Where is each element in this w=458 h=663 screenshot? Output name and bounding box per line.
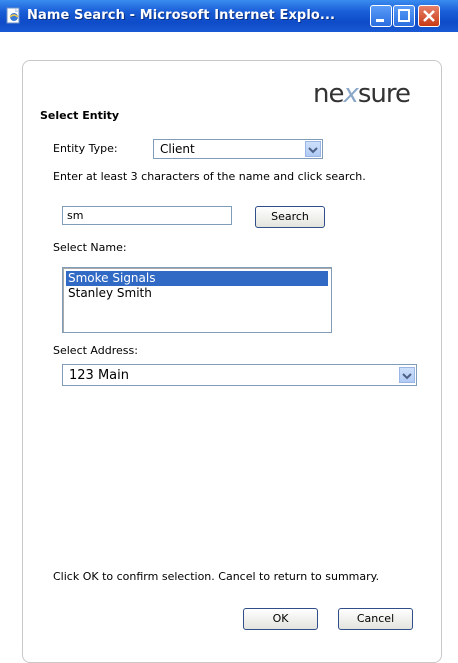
search-instruction: Enter at least 3 characters of the name …: [53, 170, 366, 183]
ie-page-icon: [5, 7, 23, 24]
address-select[interactable]: 123 Main: [62, 364, 417, 386]
cancel-button[interactable]: Cancel: [338, 608, 413, 630]
window-content: Select Entity nexsure Entity Type: Clien…: [0, 32, 458, 663]
maximize-button[interactable]: [393, 5, 415, 27]
minimize-icon: [376, 19, 384, 22]
confirm-instruction: Click OK to confirm selection. Cancel to…: [53, 570, 380, 583]
select-entity-panel: Select Entity nexsure Entity Type: Clien…: [22, 60, 442, 663]
ok-button[interactable]: OK: [243, 608, 318, 630]
close-button[interactable]: [418, 5, 440, 27]
entity-type-select[interactable]: Client: [153, 139, 323, 159]
address-value: 123 Main: [69, 368, 129, 383]
window-title: Name Search - Microsoft Internet Explo..…: [27, 8, 336, 23]
list-item[interactable]: Stanley Smith: [66, 286, 328, 301]
name-search-input[interactable]: sm: [62, 206, 232, 225]
name-search-value: sm: [67, 209, 84, 222]
name-listbox[interactable]: Smoke Signals Stanley Smith: [62, 267, 332, 333]
entity-type-label: Entity Type:: [53, 142, 118, 155]
close-icon: [423, 10, 435, 22]
window-titlebar[interactable]: Name Search - Microsoft Internet Explo..…: [0, 0, 458, 32]
select-address-label: Select Address:: [53, 344, 138, 357]
entity-type-value: Client: [160, 142, 195, 156]
dropdown-arrow-icon[interactable]: [305, 141, 321, 157]
minimize-button[interactable]: [370, 5, 392, 27]
search-button[interactable]: Search: [255, 206, 325, 228]
list-item[interactable]: Smoke Signals: [66, 271, 328, 286]
dropdown-arrow-icon[interactable]: [399, 367, 415, 383]
select-name-label: Select Name:: [53, 241, 127, 254]
panel-heading: Select Entity: [40, 109, 120, 122]
nexsure-logo: nexsure: [313, 79, 411, 109]
maximize-icon: [398, 9, 410, 22]
